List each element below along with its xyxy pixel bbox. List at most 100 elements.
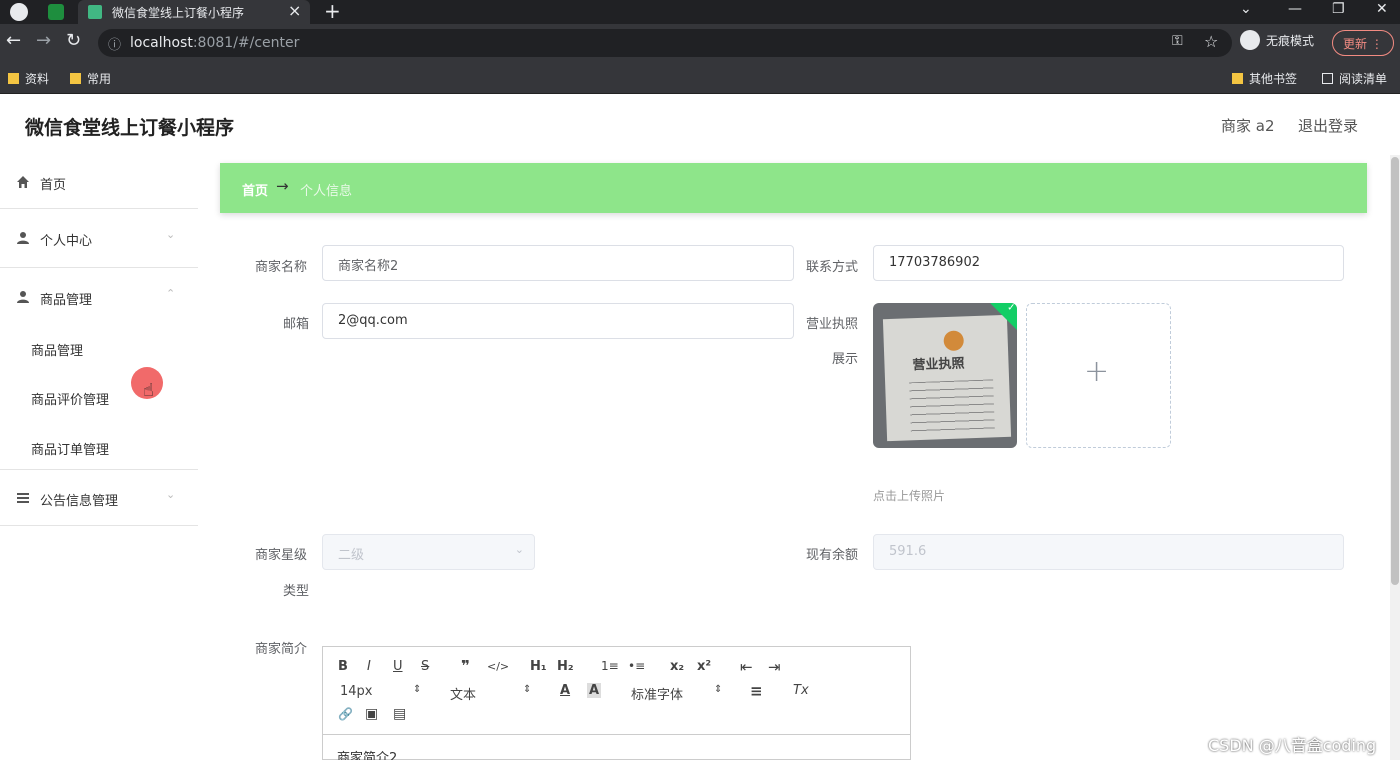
editor-toolbar: B I U S ❞ </> H₁ H₂ 1≡ •≡ x₂ x² ⇤ ⇥ 14px… — [323, 647, 910, 735]
merchant-name-input[interactable]: 商家名称2 — [322, 245, 794, 281]
reading-list[interactable]: 阅读清单 — [1322, 70, 1387, 87]
chevron-down-icon: ⌄ — [166, 228, 176, 241]
update-button[interactable]: 更新 ⋮ — [1332, 30, 1394, 56]
align-button[interactable]: ≡ — [750, 682, 763, 700]
upload-tip: 点击上传照片 — [873, 489, 946, 503]
sheets-icon[interactable] — [48, 4, 64, 20]
strike-button[interactable]: S — [421, 659, 429, 674]
license-photo-title: 营业执照 — [912, 356, 965, 374]
sidebar-item-notice-management[interactable]: 公告信息管理 ⌄ — [0, 471, 198, 527]
globe-icon[interactable] — [10, 3, 28, 21]
underline-button[interactable]: U — [393, 659, 403, 674]
background-color-icon[interactable]: A — [587, 683, 602, 698]
sidebar-subitem-goods-orders[interactable]: 商品订单管理 — [0, 423, 198, 471]
window-close-icon[interactable]: ✕ — [1376, 1, 1388, 17]
vue-icon — [88, 5, 102, 19]
other-bookmarks[interactable]: 其他书签 — [1232, 70, 1297, 87]
new-tab-button[interactable]: + — [324, 0, 341, 23]
bullet-list-button[interactable]: •≡ — [628, 659, 645, 673]
close-tab-icon[interactable]: × — [288, 1, 301, 20]
indent-button[interactable]: ⇥ — [768, 658, 781, 676]
back-icon[interactable]: ← — [6, 30, 21, 51]
license-image[interactable]: 营业执照 ✓ — [873, 303, 1017, 448]
blockquote-button[interactable]: ❞ — [461, 657, 470, 675]
star-icon[interactable]: ☆ — [1204, 32, 1218, 51]
bold-button[interactable]: B — [338, 659, 348, 674]
merchant-name-label: 商家名称 — [255, 260, 308, 275]
sidebar-subitem-goods-management[interactable]: 商品管理 — [0, 324, 198, 372]
font-family-select[interactable]: 标准字体 ⇕ — [631, 684, 722, 703]
folder-icon — [70, 73, 81, 84]
folder-icon — [8, 73, 19, 84]
link-icon[interactable]: 🔗 — [338, 707, 353, 721]
ordered-list-button[interactable]: 1≡ — [601, 659, 619, 673]
bookmark-label: 资料 — [25, 72, 50, 86]
email-input[interactable]: 2@qq.com — [322, 303, 794, 339]
url-host: localhost — [130, 35, 193, 51]
balance-label: 现有余额 — [806, 548, 859, 563]
other-bookmarks-label: 其他书签 — [1249, 72, 1298, 86]
bookmark-folder-changyong[interactable]: 常用 — [70, 70, 111, 87]
forward-icon[interactable]: → — [36, 30, 51, 51]
info-icon[interactable]: ⓘ — [108, 34, 121, 53]
divider — [0, 469, 198, 470]
header1-button[interactable]: H₁ — [530, 659, 547, 674]
bookmark-folder-ziliao[interactable]: 资料 — [8, 70, 49, 87]
sidebar-item-personal-center[interactable]: 个人中心 ⌄ — [0, 211, 198, 267]
breadcrumb-home[interactable]: 首页 — [242, 180, 268, 199]
minimize-icon[interactable]: — — [1288, 1, 1302, 17]
update-label: 更新 — [1343, 37, 1368, 51]
divider — [0, 267, 198, 268]
intro-label: 商家简介 — [255, 642, 308, 657]
code-block-button[interactable]: </> — [487, 660, 509, 673]
sidebar-item-label: 个人中心 — [40, 234, 93, 249]
app-header: 微信食堂线上订餐小程序 商家 a2 退出登录 — [0, 95, 1400, 155]
hand-cursor-icon: ☝ — [143, 380, 154, 401]
scrollbar-thumb[interactable] — [1391, 157, 1399, 585]
star-level-label-line2: 类型 — [283, 584, 310, 599]
italic-button[interactable]: I — [367, 659, 371, 674]
star-level-value: 二级 — [338, 548, 365, 563]
intro-editor[interactable]: B I U S ❞ </> H₁ H₂ 1≡ •≡ x₂ x² ⇤ ⇥ 14px… — [322, 646, 911, 760]
header-type-select[interactable]: 文本 ⇕ — [450, 684, 531, 703]
reading-list-icon — [1322, 73, 1333, 84]
user-icon — [17, 232, 29, 244]
balance-input: 591.6 — [873, 534, 1344, 570]
contact-input[interactable]: 17703786902 — [873, 245, 1344, 281]
sidebar: 首页 个人中心 ⌄ 商品管理 ⌃ 商品管理 商品评价管理 商品订单管理 公告信息… — [0, 155, 198, 760]
key-icon[interactable]: ⚿ — [1172, 33, 1183, 49]
tab-title[interactable]: 微信食堂线上订餐小程序 — [112, 4, 244, 21]
text-color-icon[interactable]: A — [560, 683, 570, 698]
reading-list-label: 阅读清单 — [1339, 72, 1388, 86]
outdent-button[interactable]: ⇤ — [740, 658, 753, 676]
video-icon[interactable]: ▤ — [393, 706, 406, 722]
tab-search-icon[interactable]: ⌄ — [1240, 1, 1252, 17]
header2-button[interactable]: H₂ — [557, 659, 574, 674]
clear-format-button[interactable]: Tx — [793, 683, 809, 698]
superscript-button[interactable]: x² — [697, 659, 711, 674]
editor-content[interactable]: 商家简介2 — [337, 747, 397, 760]
font-size-value: 14px — [340, 684, 373, 699]
chevron-down-icon: ⌄ — [514, 543, 524, 556]
updown-icon: ⇕ — [714, 684, 723, 695]
sidebar-subitem-goods-review[interactable]: 商品评价管理 — [0, 373, 198, 421]
upload-button[interactable]: + — [1026, 303, 1171, 448]
address-bar[interactable]: ⓘ localhost:8081/#/center ⚿ ☆ — [98, 29, 1232, 57]
updown-icon: ⇕ — [413, 684, 422, 695]
font-family-value: 标准字体 — [631, 688, 684, 703]
subscript-button[interactable]: x₂ — [670, 659, 684, 674]
font-size-select[interactable]: 14px ⇕ — [340, 684, 421, 699]
contact-label: 联系方式 — [806, 260, 859, 275]
bookmarks-bar: 资料 常用 其他书签 阅读清单 — [0, 62, 1400, 94]
license-label-line2: 展示 — [832, 352, 859, 367]
image-icon[interactable]: ▣ — [365, 706, 378, 722]
menu-icon — [17, 493, 29, 503]
license-photo: 营业执照 — [882, 314, 1012, 442]
sidebar-item-goods-management[interactable]: 商品管理 ⌃ — [0, 270, 198, 326]
incognito-indicator[interactable]: 无痕模式 — [1240, 29, 1314, 50]
sidebar-item-home[interactable]: 首页 — [0, 155, 198, 211]
sidebar-item-label: 商品管理 — [40, 293, 93, 308]
restore-icon[interactable]: ❐ — [1332, 1, 1345, 17]
reload-icon[interactable]: ↻ — [66, 30, 81, 51]
logout-button[interactable]: 退出登录 — [1298, 115, 1358, 136]
